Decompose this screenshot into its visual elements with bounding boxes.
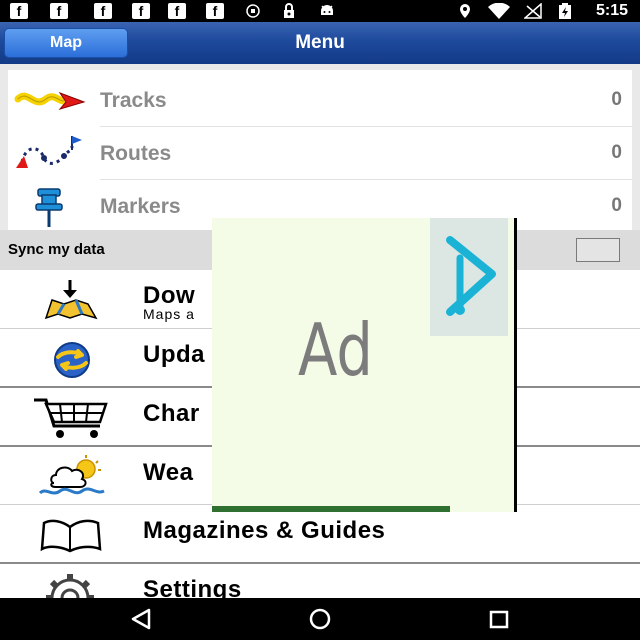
menu-item-label: Wea: [143, 459, 194, 486]
menu-item-sublabel: Maps a: [143, 306, 195, 322]
recents-icon[interactable]: [474, 604, 524, 634]
tracks-label: Tracks: [100, 89, 167, 112]
gear-icon: [30, 570, 110, 598]
sync-label: Sync my data: [8, 241, 105, 258]
facebook-icon: f: [168, 3, 186, 19]
vpn-icon: [244, 3, 262, 19]
menu-item-settings[interactable]: Settings: [0, 564, 640, 598]
facebook-icon: f: [94, 3, 112, 19]
track-arrow-icon: [14, 79, 86, 123]
ad-progress-bar: [212, 506, 450, 512]
menu-item-label: Char: [143, 400, 200, 427]
page-title: Menu: [295, 32, 345, 53]
menu-item-label: Magazines & Guides: [143, 517, 386, 544]
battery-charging-icon: [556, 3, 574, 19]
ad-label: Ad: [298, 308, 373, 392]
wifi-icon: [486, 3, 512, 19]
clock-time: 5:15: [595, 2, 628, 19]
shopping-cart-icon: [30, 394, 110, 440]
download-maps-icon: [30, 276, 110, 322]
markers-count: 0: [611, 195, 622, 216]
status-bar: f f f f f f 5:15: [0, 0, 640, 22]
facebook-icon: f: [50, 3, 68, 19]
facebook-icon: f: [206, 3, 224, 19]
android-icon: [318, 3, 336, 19]
lock-icon: [280, 3, 298, 19]
back-icon[interactable]: [116, 604, 166, 634]
menu-item-label: Upda: [143, 341, 205, 368]
routes-count: 0: [611, 142, 622, 163]
weather-icon: [30, 453, 110, 499]
markers-label: Markers: [100, 195, 181, 218]
menu-item-label: Settings: [143, 576, 242, 598]
location-icon: [456, 3, 474, 19]
divider: [100, 179, 632, 180]
data-card: Tracks 0 Routes 0 Markers 0: [8, 70, 632, 230]
facebook-icon: f: [10, 3, 28, 19]
ad-banner[interactable]: Ad: [212, 218, 517, 512]
open-book-icon: [30, 511, 110, 557]
update-globe-icon: [30, 335, 110, 381]
tracks-count: 0: [611, 89, 622, 110]
facebook-icon: f: [132, 3, 150, 19]
marker-pin-icon: [14, 185, 86, 229]
navigation-bar: [0, 598, 640, 640]
sync-checkbox[interactable]: [576, 238, 620, 262]
routes-label: Routes: [100, 142, 172, 165]
no-signal-icon: [524, 3, 542, 19]
adchoices-play-icon[interactable]: [430, 218, 508, 336]
menu-item-magazines-guides[interactable]: Magazines & Guides: [0, 505, 640, 563]
my-data-panel: Tracks 0 Routes 0 Markers 0: [0, 64, 640, 230]
divider: [100, 126, 632, 127]
tracks-row[interactable]: Tracks 0: [8, 75, 632, 127]
routes-row[interactable]: Routes 0: [8, 128, 632, 180]
home-icon[interactable]: [295, 604, 345, 634]
route-icon: [14, 132, 86, 176]
app-header: Map Menu: [0, 22, 640, 64]
